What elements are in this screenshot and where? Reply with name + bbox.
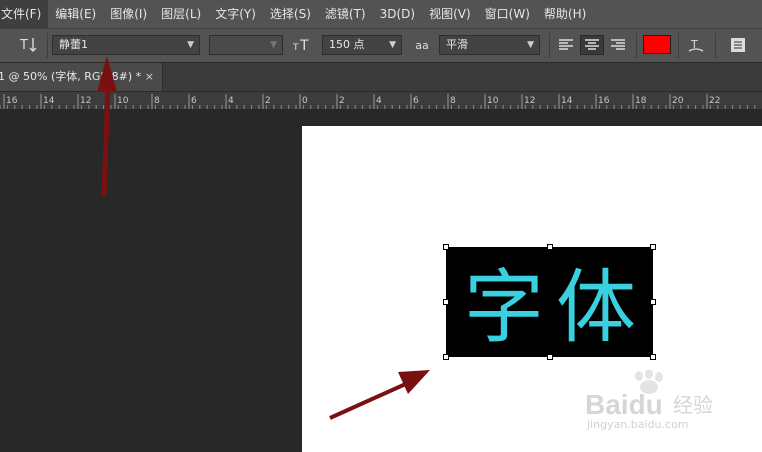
baidu-watermark: Baidu 经验 jingyan.baidu.com [585,369,755,432]
watermark-brand: Baidu [585,389,663,420]
watermark-url: jingyan.baidu.com [586,418,689,431]
arrow-right-annotation [329,370,430,420]
arrow-up-annotation [97,56,117,197]
watermark-suffix: 经验 [673,393,713,417]
